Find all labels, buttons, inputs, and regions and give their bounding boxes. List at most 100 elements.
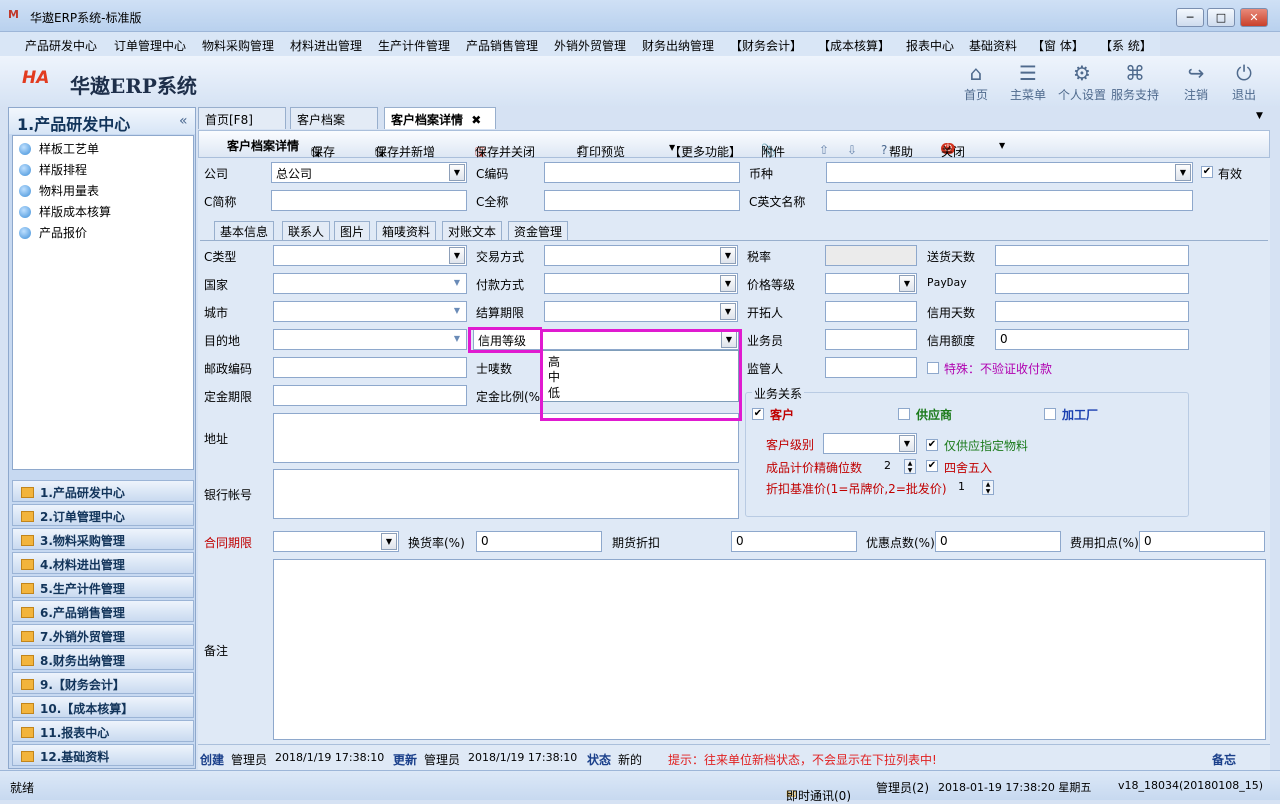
country-select[interactable]: ▼ <box>273 273 467 294</box>
bank-account-input[interactable] <box>273 469 739 519</box>
tab-statement-text[interactable]: 对账文本 <box>442 221 503 240</box>
home-button[interactable]: ⌂ 首页 <box>951 62 1001 104</box>
menu-item[interactable]: 【窗 体】 <box>1032 37 1084 54</box>
maximize-button[interactable]: □ <box>1207 8 1235 27</box>
tree-item[interactable]: 样板工艺单 <box>19 140 99 157</box>
chevron-down-icon[interactable]: ▼ <box>449 303 465 320</box>
nav-module-button[interactable]: 9.【财务会计】 <box>12 672 194 694</box>
menu-item[interactable]: 财务出纳管理 <box>642 37 714 54</box>
nav-module-button[interactable]: 11.报表中心 <box>12 720 194 742</box>
tab-basic-info[interactable]: 基本信息 <box>214 221 275 240</box>
logout-button[interactable]: ↪ 注销 <box>1171 62 1221 104</box>
tree-item[interactable]: 样版排程 <box>19 161 87 178</box>
menu-item[interactable]: 订单管理中心 <box>114 37 186 54</box>
stepper-arrows-icon[interactable]: ▲ ▼ <box>904 459 916 474</box>
customer-type-select[interactable]: ▼ <box>273 245 467 266</box>
exit-button[interactable]: ⏻ 退出 <box>1219 62 1269 104</box>
tab-images[interactable]: 图片 <box>334 221 371 240</box>
chevron-down-icon[interactable]: ▼ <box>720 247 736 264</box>
toolbar-overflow-icon[interactable]: ▼ <box>999 141 1005 150</box>
chevron-down-icon[interactable]: ▼ <box>449 331 465 348</box>
menu-item[interactable]: 【财务会计】 <box>730 37 802 54</box>
tree-item[interactable]: 样版成本核算 <box>19 203 111 220</box>
english-name-input[interactable] <box>826 190 1193 211</box>
menu-item[interactable]: 基础资料 <box>969 37 1017 54</box>
tab-customer-detail[interactable]: 客户档案详情 ✖ <box>384 107 496 129</box>
credit-limit-input[interactable]: 0 <box>995 329 1189 350</box>
preferential-points-input[interactable]: 0 <box>935 531 1061 552</box>
chevron-down-icon[interactable]: ▼ <box>381 533 397 550</box>
futures-discount-input[interactable]: 0 <box>731 531 857 552</box>
menu-item[interactable]: 物料采购管理 <box>202 37 274 54</box>
menu-item[interactable]: 外销外贸管理 <box>554 37 626 54</box>
collapse-icon[interactable]: « <box>179 113 188 129</box>
valid-checkbox[interactable]: ✔ <box>1201 166 1213 178</box>
special-checkbox[interactable] <box>927 362 939 374</box>
stepper-arrows-icon[interactable]: ▲ ▼ <box>982 480 994 495</box>
postal-code-input[interactable] <box>273 357 467 378</box>
close-icon[interactable]: ✖ <box>471 113 481 127</box>
nav-module-button[interactable]: 7.外销外贸管理 <box>12 624 194 646</box>
company-select[interactable]: 总公司 ▼ <box>271 162 467 183</box>
deposit-term-input[interactable] <box>273 385 467 406</box>
code-input[interactable] <box>544 162 740 183</box>
supervisor-input[interactable] <box>825 357 917 378</box>
tab-funds[interactable]: 资金管理 <box>508 221 569 240</box>
developer-input[interactable] <box>825 301 917 322</box>
nav-module-button[interactable]: 8.财务出纳管理 <box>12 648 194 670</box>
chevron-down-icon[interactable]: ▼ <box>1175 164 1191 181</box>
discount-base-stepper[interactable]: 1 <box>946 479 982 496</box>
city-select[interactable]: ▼ <box>273 301 467 322</box>
tree-item[interactable]: 产品报价 <box>19 224 87 241</box>
menu-item[interactable]: 材料进出管理 <box>290 37 362 54</box>
menu-item[interactable]: 【成本核算】 <box>818 37 890 54</box>
short-name-input[interactable] <box>271 190 467 211</box>
exchange-rate-input[interactable]: 0 <box>476 531 602 552</box>
customer-checkbox[interactable]: ✔ <box>752 408 764 420</box>
customer-level-select[interactable]: ▼ <box>823 433 917 454</box>
destination-select[interactable]: ▼ <box>273 329 467 350</box>
tab-menu-icon[interactable]: ▼ <box>1256 111 1263 121</box>
nav-module-button[interactable]: 6.产品销售管理 <box>12 600 194 622</box>
menu-item[interactable]: 【系 统】 <box>1100 37 1152 54</box>
settings-button[interactable]: ⚙ 个人设置 <box>1055 62 1109 104</box>
tab-home[interactable]: 首页[F8] <box>198 107 286 129</box>
price-level-select[interactable]: ▼ <box>825 273 917 294</box>
nav-module-button[interactable]: 10.【成本核算】 <box>12 696 194 718</box>
full-name-input[interactable] <box>544 190 740 211</box>
supplier-checkbox[interactable] <box>898 408 910 420</box>
minimize-button[interactable]: ─ <box>1176 8 1204 27</box>
round-checkbox[interactable]: ✔ <box>926 460 938 472</box>
tree-item[interactable]: 物料用量表 <box>19 182 99 199</box>
delivery-days-input[interactable] <box>995 245 1189 266</box>
chevron-down-icon[interactable]: ▼ <box>899 275 915 292</box>
menu-item[interactable]: 生产计件管理 <box>378 37 450 54</box>
remark-textarea[interactable] <box>273 559 1266 740</box>
contract-term-select[interactable]: ▼ <box>273 531 399 552</box>
payday-input[interactable] <box>995 273 1189 294</box>
nav-module-button[interactable]: 2.订单管理中心 <box>12 504 194 526</box>
menu-item[interactable]: 产品销售管理 <box>466 37 538 54</box>
factory-checkbox[interactable] <box>1044 408 1056 420</box>
nav-module-button[interactable]: 12.基础资料 <box>12 744 194 766</box>
settlement-term-select[interactable]: ▼ <box>544 301 738 322</box>
trade-method-select[interactable]: ▼ <box>544 245 738 266</box>
nav-module-button[interactable]: 1.产品研发中心 <box>12 480 194 502</box>
chevron-down-icon[interactable]: ▼ <box>720 275 736 292</box>
payment-method-select[interactable]: ▼ <box>544 273 738 294</box>
chevron-down-icon[interactable]: ▼ <box>449 275 465 292</box>
credit-days-input[interactable] <box>995 301 1189 322</box>
tab-customer-list[interactable]: 客户档案 <box>290 107 378 129</box>
chevron-down-icon[interactable]: ▼ <box>720 303 736 320</box>
nav-module-button[interactable]: 5.生产计件管理 <box>12 576 194 598</box>
chevron-down-icon[interactable]: ▼ <box>449 164 465 181</box>
menu-item[interactable]: 产品研发中心 <box>25 37 97 54</box>
salesman-input[interactable] <box>825 329 917 350</box>
fee-deduction-input[interactable]: 0 <box>1139 531 1265 552</box>
currency-select[interactable]: ▼ <box>826 162 1193 183</box>
nav-module-button[interactable]: 4.材料进出管理 <box>12 552 194 574</box>
support-button[interactable]: ⌘ 服务支持 <box>1109 62 1161 104</box>
only-supply-checkbox[interactable]: ✔ <box>926 439 938 451</box>
nav-module-button[interactable]: 3.物料采购管理 <box>12 528 194 550</box>
chevron-down-icon[interactable]: ▼ <box>449 247 465 264</box>
